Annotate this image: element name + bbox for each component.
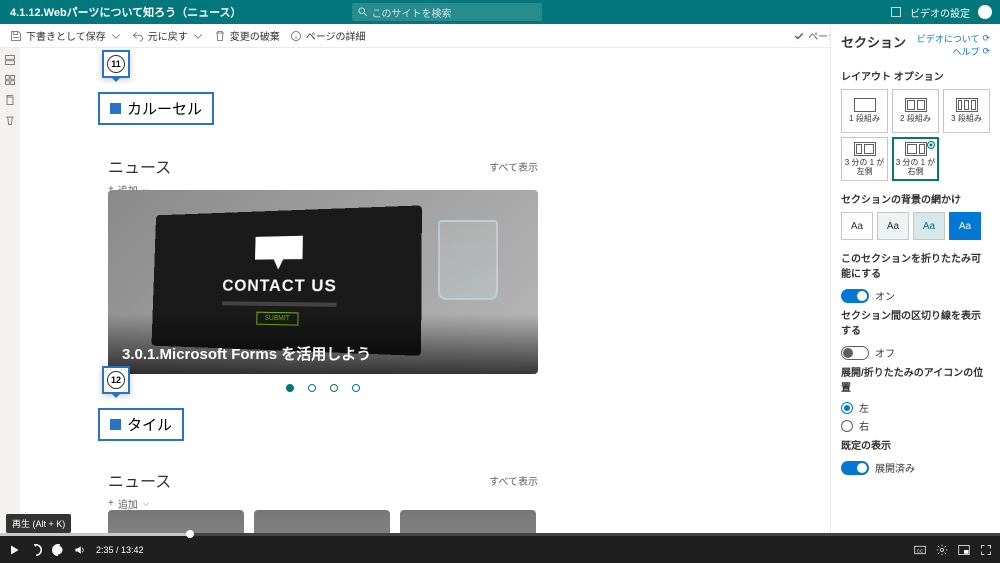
carousel-caption: 3.0.1.Microsoft Forms を活用しよう bbox=[122, 343, 371, 364]
play-icon[interactable] bbox=[8, 544, 20, 556]
chevron-down-icon bbox=[110, 30, 122, 42]
help-link[interactable]: ヘルプ ⟳ bbox=[917, 45, 990, 58]
avatar[interactable] bbox=[978, 5, 992, 19]
annotation-12: 12 bbox=[102, 366, 130, 394]
copy-icon[interactable] bbox=[4, 94, 16, 106]
layout-three-column[interactable]: 3 段組み bbox=[943, 89, 990, 133]
svg-text:CC: CC bbox=[917, 548, 924, 553]
square-icon bbox=[110, 103, 121, 114]
news-tile[interactable] bbox=[108, 510, 244, 533]
discard-button[interactable]: 変更の破棄 bbox=[214, 28, 280, 43]
about-video-link[interactable]: ビデオについて ⟳ bbox=[917, 32, 990, 45]
volume-icon[interactable] bbox=[74, 544, 86, 556]
play-tooltip: 再生 (Alt + K) bbox=[6, 514, 71, 533]
annotation-11: 11 bbox=[102, 50, 130, 78]
carousel-dot[interactable] bbox=[286, 384, 294, 392]
search-input[interactable]: このサイトを検索 bbox=[352, 3, 542, 21]
pane-title: セクション bbox=[841, 32, 906, 56]
page-title: 4.1.12.Webパーツについて知ろう（ニュース） bbox=[0, 4, 242, 20]
news-carousel[interactable]: CONTACT US SUBMIT 3.0.1.Microsoft Forms … bbox=[108, 190, 538, 374]
add-news-button[interactable]: +追加 bbox=[108, 496, 538, 511]
seek-bar[interactable] bbox=[0, 533, 1000, 536]
left-rail bbox=[0, 48, 20, 126]
search-icon bbox=[358, 7, 368, 17]
news-tile[interactable]: 1.3.4.チャットのメンバーと通話しよ bbox=[254, 510, 390, 533]
fullscreen-icon[interactable] bbox=[980, 544, 992, 556]
icon-right-radio[interactable] bbox=[841, 420, 853, 432]
check-icon bbox=[794, 31, 804, 41]
see-all-link[interactable]: すべて表示 bbox=[489, 159, 538, 174]
layout-third-left[interactable]: 3 分の 1 が左側 bbox=[841, 137, 888, 181]
editor-canvas: 11 カルーセル ニュース すべて表示 +追加 CONTACT US SUBMI… bbox=[20, 48, 830, 533]
see-all-link[interactable]: すべて表示 bbox=[489, 473, 538, 488]
news-tile[interactable] bbox=[400, 510, 536, 533]
shade-soft[interactable]: Aa bbox=[913, 212, 945, 240]
layout-two-column[interactable]: 2 段組み bbox=[892, 89, 939, 133]
layout-one-column[interactable]: 1 段組み bbox=[841, 89, 888, 133]
cc-icon[interactable]: CC bbox=[914, 544, 926, 556]
save-draft-button[interactable]: 下書きとして保存 bbox=[10, 28, 122, 43]
skip-back-icon[interactable] bbox=[30, 544, 42, 556]
square-icon bbox=[110, 419, 121, 430]
shading-heading: セクションの背景の網かけ bbox=[841, 191, 990, 206]
tile-label: タイル bbox=[98, 408, 184, 441]
grid-icon[interactable] bbox=[4, 74, 16, 86]
carousel-dot[interactable] bbox=[330, 384, 338, 392]
chevron-down-icon bbox=[192, 30, 204, 42]
app-title-bar: 4.1.12.Webパーツについて知ろう（ニュース） このサイトを検索 ビデオの… bbox=[0, 0, 1000, 24]
time-display: 2:35 / 13:42 bbox=[96, 545, 144, 555]
shade-none[interactable]: Aa bbox=[841, 212, 873, 240]
property-pane: セクション ビデオについて ⟳ ヘルプ ⟳ レイアウト オプション 1 段組み … bbox=[830, 24, 1000, 533]
carousel-dots bbox=[108, 384, 538, 392]
settings-icon[interactable] bbox=[936, 544, 948, 556]
carousel-dot[interactable] bbox=[352, 384, 360, 392]
save-icon bbox=[10, 30, 22, 42]
add-section-icon[interactable] bbox=[4, 54, 16, 66]
trash-icon bbox=[214, 30, 226, 42]
news-title: ニュース bbox=[108, 154, 171, 178]
expand-icon[interactable] bbox=[890, 6, 902, 18]
video-settings-link[interactable]: ビデオの設定 bbox=[910, 5, 970, 20]
pip-icon[interactable] bbox=[958, 544, 970, 556]
delete-icon[interactable] bbox=[4, 114, 16, 126]
collapsible-toggle[interactable] bbox=[841, 289, 869, 303]
news-webpart-tiles[interactable]: ニュース すべて表示 +追加 bbox=[108, 468, 538, 511]
layout-heading: レイアウト オプション bbox=[841, 68, 990, 83]
page-details-button[interactable]: ページの詳細 bbox=[290, 28, 366, 43]
undo-icon bbox=[132, 30, 144, 42]
skip-fwd-icon[interactable] bbox=[52, 544, 64, 556]
carousel-label: カルーセル bbox=[98, 92, 214, 125]
divider-toggle[interactable] bbox=[841, 346, 869, 360]
icon-left-radio[interactable] bbox=[841, 402, 853, 414]
undo-button[interactable]: 元に戻す bbox=[132, 28, 204, 43]
video-controls: 2:35 / 13:42 CC bbox=[0, 533, 1000, 563]
news-tiles: 1.3.4.チャットのメンバーと通話しよ bbox=[108, 510, 538, 533]
default-display-toggle[interactable] bbox=[841, 461, 869, 475]
envelope-icon bbox=[255, 235, 303, 269]
details-icon bbox=[290, 30, 302, 42]
news-title: ニュース bbox=[108, 468, 171, 492]
shade-strong[interactable]: Aa bbox=[949, 212, 981, 240]
shade-neutral[interactable]: Aa bbox=[877, 212, 909, 240]
chevron-down-icon bbox=[142, 500, 150, 508]
layout-third-right[interactable]: 3 分の 1 が右側 bbox=[892, 137, 939, 181]
carousel-dot[interactable] bbox=[308, 384, 316, 392]
